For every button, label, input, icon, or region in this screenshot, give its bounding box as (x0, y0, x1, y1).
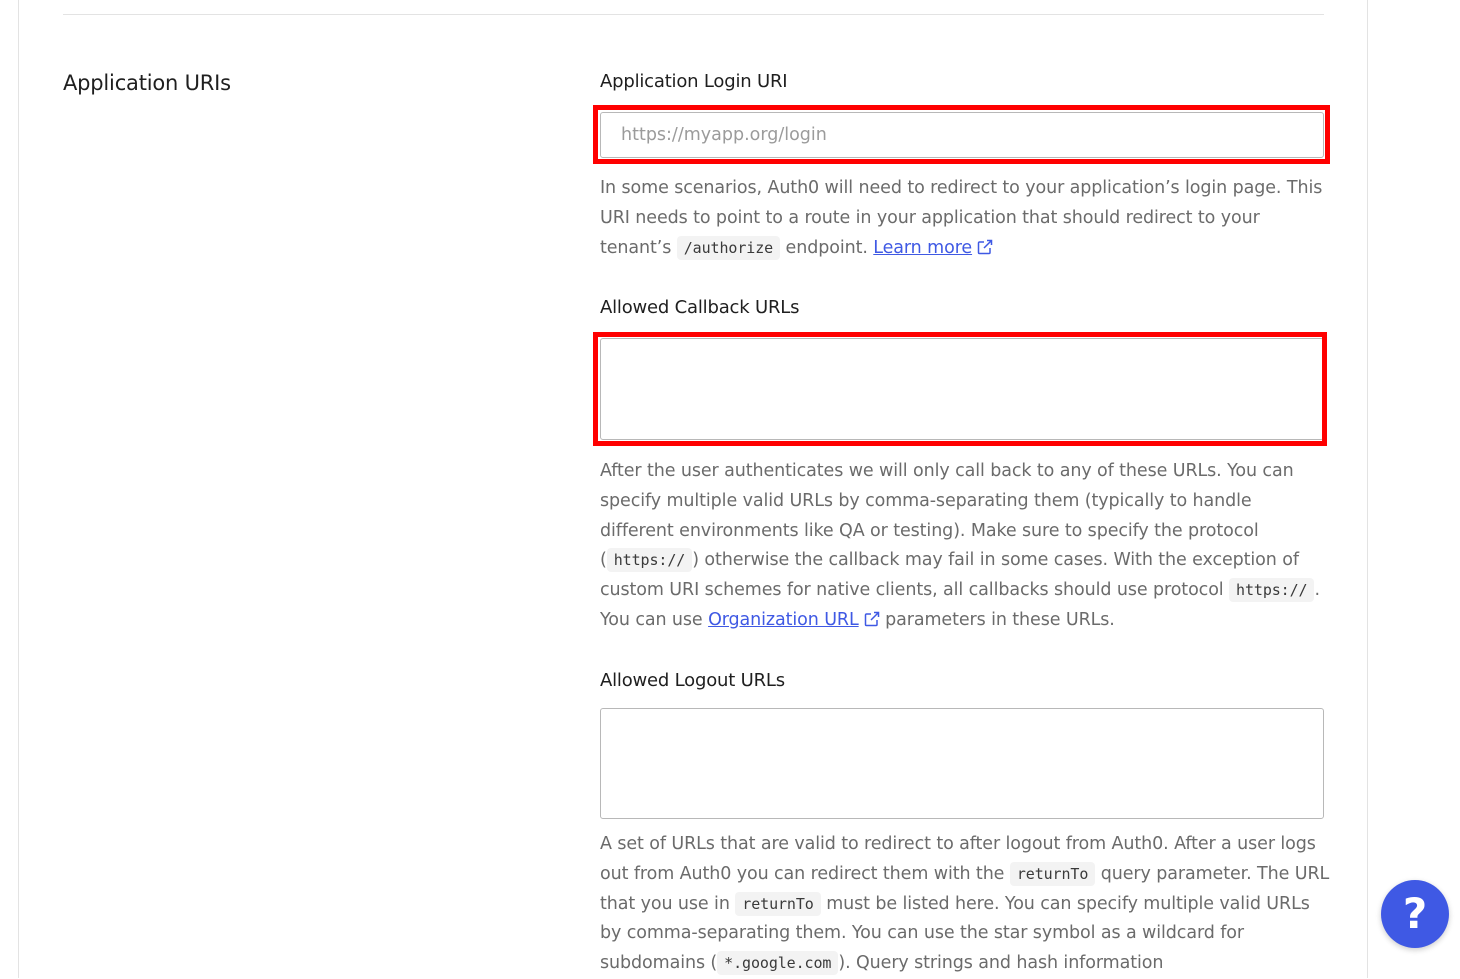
callback-urls-label: Allowed Callback URLs (600, 297, 800, 318)
wildcard-code: *.google.com (717, 951, 839, 976)
section-divider (63, 14, 1324, 15)
callback-urls-textarea[interactable] (601, 339, 1323, 439)
logout-urls-textarea[interactable] (601, 709, 1323, 818)
login-uri-field-box (600, 112, 1324, 158)
https-code: https:// (1229, 578, 1315, 603)
organization-url-link[interactable]: Organization URL (708, 610, 859, 630)
section-title: Application URIs (63, 71, 231, 95)
help-button[interactable]: ? (1381, 880, 1449, 948)
callback-urls-field-box (600, 338, 1324, 440)
external-link-icon[interactable] (864, 611, 880, 627)
question-mark-icon: ? (1402, 889, 1428, 938)
external-link-icon[interactable] (977, 239, 993, 255)
https-code: https:// (606, 548, 693, 573)
callback-urls-help: After the user authenticates we will onl… (600, 461, 1320, 630)
authorize-code: /authorize (676, 235, 781, 260)
logout-urls-field-box (600, 708, 1324, 819)
logout-urls-label: Allowed Logout URLs (600, 670, 785, 691)
returnto-code: returnTo (735, 891, 821, 916)
login-uri-label: Application Login URI (600, 71, 788, 92)
login-uri-input[interactable] (601, 113, 1323, 157)
login-uri-help: In some scenarios, Auth0 will need to re… (600, 178, 1323, 260)
learn-more-link[interactable]: Learn more (873, 238, 972, 258)
returnto-code: returnTo (1009, 861, 1096, 886)
logout-urls-help: A set of URLs that are valid to redirect… (600, 834, 1330, 976)
